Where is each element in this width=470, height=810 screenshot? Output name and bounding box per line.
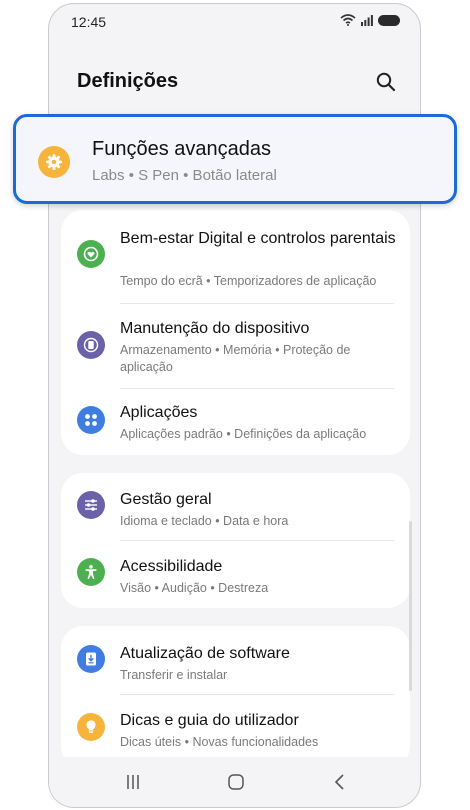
featured-title: Funções avançadas <box>92 138 272 160</box>
status-icons <box>340 14 400 26</box>
battery-icon <box>378 14 400 26</box>
scrollbar[interactable] <box>409 521 412 691</box>
featured-subtitle: Labs • S Pen • Botão lateral <box>92 167 277 184</box>
menu-item-subtitle: Armazenamento • Memória • Proteção de ap… <box>120 343 351 374</box>
menu-item-subtitle: Aplicações padrão • Definições da aplica… <box>120 427 367 441</box>
back-icon <box>334 774 344 790</box>
menu-item-software-update[interactable]: Atualização de software Transferir e ins… <box>61 626 410 693</box>
menu-item-subtitle: Dicas úteis • Novas funcionalidades <box>120 735 319 749</box>
menu-item-title: Aplicações <box>120 404 198 421</box>
status-bar: 12:45 <box>49 4 420 38</box>
wifi-icon <box>340 14 356 26</box>
gear-icon <box>38 146 70 178</box>
signal-icon <box>361 14 373 26</box>
recent-apps-button[interactable] <box>120 769 146 795</box>
navigation-bar <box>49 757 420 807</box>
menu-item-title: Atualização de software <box>120 645 290 662</box>
menu-item-title: Bem-estar Digital e controlos parentais <box>120 230 396 247</box>
menu-item-subtitle: Visão • Audição • Destreza <box>120 581 269 595</box>
accessibility-icon <box>77 558 105 586</box>
software-update-icon <box>77 645 105 673</box>
search-icon[interactable] <box>374 70 398 94</box>
lightbulb-icon <box>77 713 105 741</box>
menu-item-advanced-features[interactable]: Funções avançadas Labs • S Pen • Botão l… <box>13 114 457 204</box>
menu-item-general-management[interactable]: Gestão geral Idioma e teclado • Data e h… <box>61 473 410 540</box>
recent-apps-icon <box>127 775 139 789</box>
settings-group-1: Bem-estar Digital e controlos parentais … <box>61 210 410 455</box>
wellbeing-icon <box>77 240 105 268</box>
settings-group-2: Gestão geral Idioma e teclado • Data e h… <box>61 473 410 608</box>
back-button[interactable] <box>327 769 353 795</box>
device-care-icon <box>77 331 105 359</box>
menu-item-subtitle: Transferir e instalar <box>120 668 228 682</box>
home-button[interactable] <box>223 769 249 795</box>
menu-item-subtitle: Idioma e teclado • Data e hora <box>120 514 289 528</box>
menu-item-title: Dicas e guia do utilizador <box>120 712 299 729</box>
menu-item-apps[interactable]: Aplicações Aplicações padrão • Definiçõe… <box>61 389 410 455</box>
settings-group-3: Atualização de software Transferir e ins… <box>61 626 410 768</box>
home-icon <box>228 774 244 790</box>
apps-icon <box>77 406 105 434</box>
menu-item-subtitle: Tempo do ecrã • Temporizadores de aplica… <box>120 274 377 288</box>
menu-item-title: Acessibilidade <box>120 558 223 575</box>
status-time: 12:45 <box>71 14 107 30</box>
menu-item-digital-wellbeing[interactable]: Bem-estar Digital e controlos parentais … <box>61 210 410 298</box>
page-title: Definições <box>77 70 179 92</box>
menu-item-title: Gestão geral <box>120 491 212 508</box>
menu-item-device-care[interactable]: Manutenção do dispositivo Armazenamento … <box>61 304 410 390</box>
menu-item-accessibility[interactable]: Acessibilidade Visão • Audição • Destrez… <box>61 541 410 608</box>
sliders-icon <box>77 491 105 519</box>
menu-item-title: Manutenção do dispositivo <box>120 320 310 337</box>
